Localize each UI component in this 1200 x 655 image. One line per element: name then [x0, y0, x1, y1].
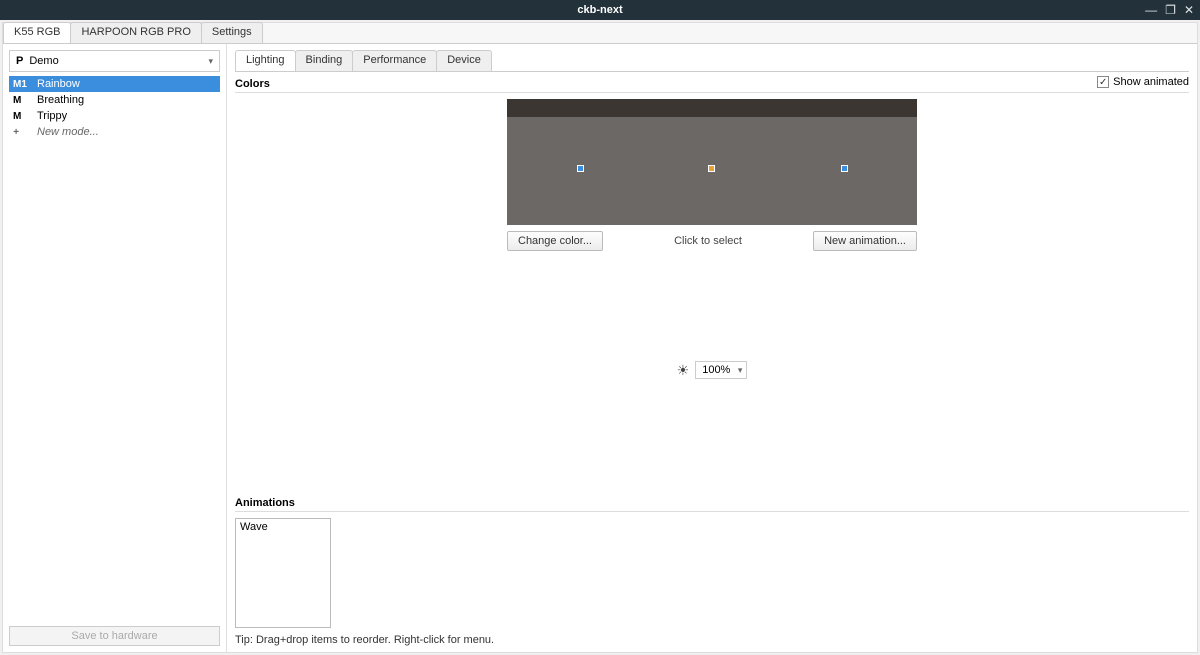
keyboard-preview[interactable] [507, 99, 917, 225]
app-frame: K55 RGB HARPOON RGB PRO Settings PDemo ▾… [2, 22, 1198, 653]
show-animated-checkbox[interactable]: ✓ Show animated [1097, 76, 1189, 88]
brightness-icon: ☀ [677, 362, 690, 379]
divider [235, 92, 1189, 93]
keyboard-controls: Change color... Click to select New anim… [507, 231, 917, 251]
close-icon[interactable]: ✕ [1184, 4, 1194, 16]
save-to-hardware-button[interactable]: Save to hardware [9, 626, 220, 646]
animation-item-wave[interactable]: Wave [236, 519, 330, 535]
zone-3[interactable] [841, 165, 848, 172]
mode-item-trippy[interactable]: M Trippy [9, 108, 220, 124]
checkbox-icon: ✓ [1097, 76, 1109, 88]
tab-performance[interactable]: Performance [352, 50, 437, 71]
tab-lighting[interactable]: Lighting [235, 50, 296, 71]
brightness-select[interactable]: 100% [695, 361, 747, 379]
tab-device[interactable]: Device [436, 50, 492, 71]
mode-list: M1 Rainbow M Breathing M Trippy + New mo… [9, 76, 220, 622]
brightness-control: ☀ 100% [235, 361, 1189, 379]
window-controls: — ❐ ✕ [1145, 4, 1194, 16]
content: Lighting Binding Performance Device Colo… [227, 44, 1197, 652]
colors-label: Colors [235, 78, 270, 90]
mode-item-rainbow[interactable]: M1 Rainbow [9, 76, 220, 92]
zone-1[interactable] [577, 165, 584, 172]
section-tabs: Lighting Binding Performance Device [235, 50, 1189, 72]
maximize-icon[interactable]: ❐ [1165, 4, 1176, 16]
click-to-select-label: Click to select [603, 235, 813, 247]
new-animation-button[interactable]: New animation... [813, 231, 917, 251]
main-row: PDemo ▾ M1 Rainbow M Breathing M Trippy [3, 44, 1197, 652]
profile-label: PDemo [16, 55, 59, 67]
tab-settings[interactable]: Settings [201, 22, 263, 43]
divider [235, 511, 1189, 512]
sidebar: PDemo ▾ M1 Rainbow M Breathing M Trippy [3, 44, 227, 652]
tab-k55-rgb[interactable]: K55 RGB [3, 22, 71, 43]
change-color-button[interactable]: Change color... [507, 231, 603, 251]
titlebar: ckb-next — ❐ ✕ [0, 0, 1200, 20]
window-title: ckb-next [577, 4, 622, 16]
colors-header: Colors ✓ Show animated [235, 72, 1189, 92]
zone-2[interactable] [708, 165, 715, 172]
mode-item-new[interactable]: + New mode... [9, 124, 220, 140]
animations-tip: Tip: Drag+drop items to reorder. Right-c… [235, 634, 1189, 646]
keyboard-zones[interactable] [507, 117, 917, 225]
chevron-down-icon: ▾ [208, 56, 213, 67]
animations-section: Animations Wave Tip: Drag+drop items to … [235, 491, 1189, 646]
keyboard-area: Change color... Click to select New anim… [235, 99, 1189, 251]
tab-harpoon-rgb-pro[interactable]: HARPOON RGB PRO [70, 22, 201, 43]
profile-select[interactable]: PDemo ▾ [9, 50, 220, 72]
animations-list[interactable]: Wave [235, 518, 331, 628]
minimize-icon[interactable]: — [1145, 4, 1157, 16]
device-tabs: K55 RGB HARPOON RGB PRO Settings [3, 22, 1197, 44]
animations-label: Animations [235, 497, 1189, 509]
mode-item-breathing[interactable]: M Breathing [9, 92, 220, 108]
tab-binding[interactable]: Binding [295, 50, 354, 71]
